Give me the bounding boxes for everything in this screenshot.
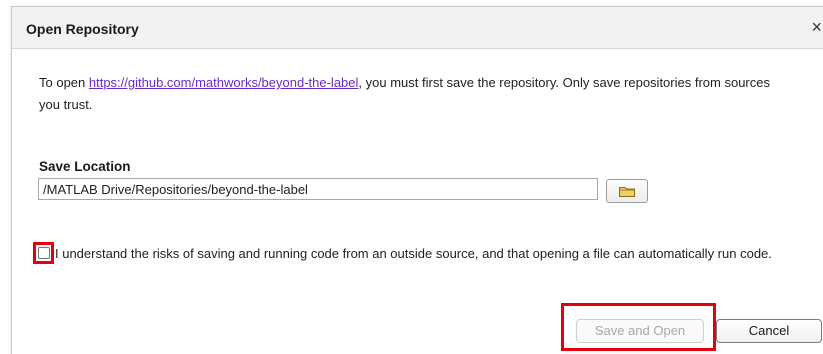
save-location-input[interactable] — [38, 178, 598, 200]
browse-folder-button[interactable] — [606, 179, 648, 203]
open-repository-dialog: Open Repository × To open https://github… — [11, 6, 823, 354]
dialog-titlebar: Open Repository × — [12, 7, 823, 49]
dialog-title: Open Repository — [26, 21, 139, 37]
folder-icon — [619, 187, 635, 197]
dialog-message: To open https://github.com/mathworks/bey… — [39, 72, 779, 116]
risk-acknowledge-label: I understand the risks of saving and run… — [55, 246, 772, 261]
cancel-button[interactable]: Cancel — [716, 319, 822, 343]
save-and-open-button[interactable]: Save and Open — [576, 319, 704, 343]
save-location-label: Save Location — [39, 159, 131, 174]
message-prefix: To open — [39, 75, 89, 90]
repository-link[interactable]: https://github.com/mathworks/beyond-the-… — [89, 75, 359, 90]
close-icon[interactable]: × — [811, 18, 822, 36]
risk-acknowledge-checkbox[interactable] — [38, 247, 50, 259]
